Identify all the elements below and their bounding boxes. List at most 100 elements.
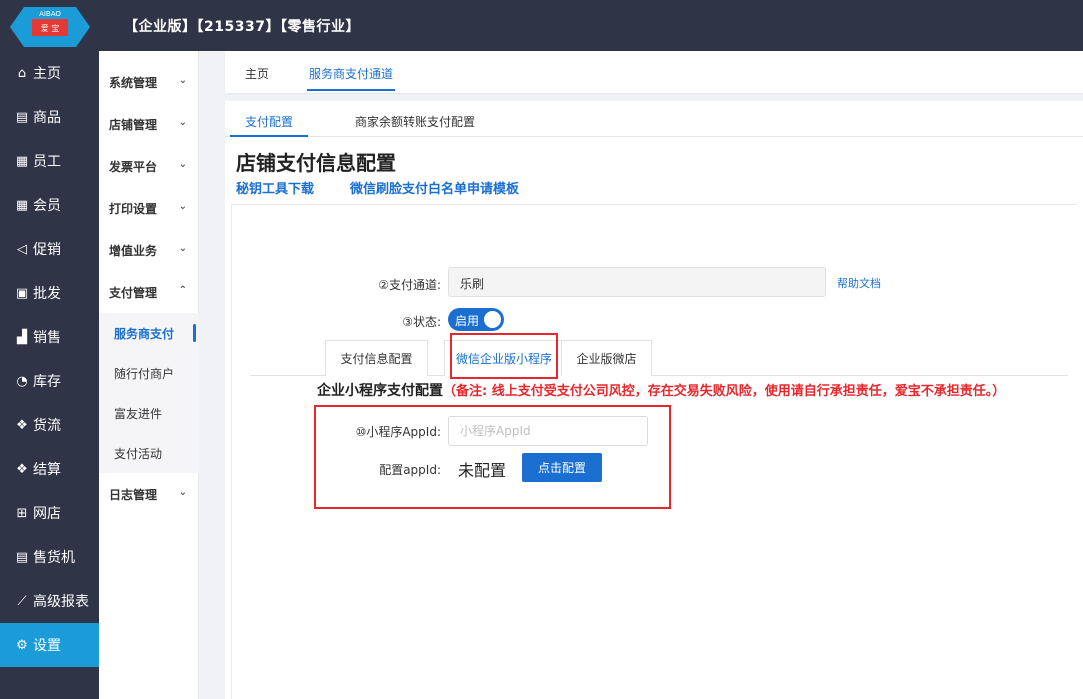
sidebar-item-label: 会员 [33, 198, 61, 214]
channel-label: ②支付通道: [378, 278, 441, 292]
sidebar-item-inventory[interactable]: ◔ 库存 [0, 359, 99, 403]
aibao-logo[interactable]: AIBAO 爱 宝 [10, 7, 90, 47]
appid-input[interactable] [448, 416, 648, 446]
chevron-down-icon: ⌄ [178, 75, 187, 86]
inventory-icon: ◔ [16, 373, 28, 389]
submenu-group-store[interactable]: 店铺管理 ⌄ [99, 103, 199, 145]
submenu-group-invoice[interactable]: 发票平台 ⌄ [99, 145, 199, 187]
tab-provider-pay-channel[interactable]: 服务商支付通道 [306, 65, 396, 91]
page-title: 店铺支付信息配置 [236, 151, 396, 175]
main-content: 主页 服务商支付通道 支付配置 商家余额转账支付配置 店铺支付信息配置 秘钥工具… [215, 51, 1083, 699]
submenu-group-label: 日志管理 [109, 487, 158, 502]
status-label: ③状态: [402, 315, 441, 329]
main-sidebar: ⌂ 主页 ▤ 商品 ▦ 员工 ▦ 会员 ◁ 促销 ▣ 批发 ▟ 销售 ◔ 库存 ❖ 货流 ❖ 结算 … [0, 51, 99, 699]
sidebar-item-label: 员工 [33, 154, 61, 170]
staff-icon: ▦ [15, 153, 29, 169]
content-panel: 支付配置 商家余额转账支付配置 店铺支付信息配置 秘钥工具下载 微信刷脸支付白名… [225, 101, 1083, 699]
member-icon: ▦ [15, 197, 29, 213]
submenu-group-print[interactable]: 打印设置 ⌄ [99, 187, 199, 229]
sidebar-item-home[interactable]: ⌂ 主页 [0, 51, 99, 95]
submenu-group-label: 增值业务 [109, 243, 158, 258]
tab-home[interactable]: 主页 [245, 65, 269, 82]
sidebar-item-promotion[interactable]: ◁ 促销 [0, 227, 99, 271]
sidebar-item-label: 设置 [33, 638, 61, 654]
toggle-label: 启用 [455, 314, 480, 328]
gift-icon: ⊞ [16, 505, 28, 521]
sidebar-item-goods[interactable]: ▤ 商品 [0, 95, 99, 139]
chevron-down-icon: ⌄ [178, 159, 187, 170]
wholesale-icon: ▣ [15, 285, 29, 301]
sidebar-item-settlement[interactable]: ❖ 结算 [0, 447, 99, 491]
submenu-group-label: 系统管理 [109, 75, 158, 90]
chevron-down-icon: ⌄ [178, 117, 187, 128]
settings-icon: ⚙ [16, 637, 28, 653]
submenu-group-system[interactable]: 系统管理 ⌄ [99, 61, 199, 103]
pay-tab-wechat-shop[interactable]: 企业版微店 [561, 340, 652, 376]
sidebar-item-label: 结算 [33, 462, 61, 478]
logo-text-top: AIBAO [39, 10, 61, 18]
toggle-knob [484, 311, 501, 328]
sidebar-item-wholesale[interactable]: ▣ 批发 [0, 271, 99, 315]
config-status: 未配置 [458, 461, 507, 480]
submenu-item-pay-activity[interactable]: 支付活动 [99, 433, 199, 473]
subtab-pay-config[interactable]: 支付配置 [245, 113, 293, 130]
sidebar-item-sales[interactable]: ▟ 销售 [0, 315, 99, 359]
sidebar-item-settings[interactable]: ⚙ 设置 [0, 623, 99, 667]
sidebar-item-label: 主页 [33, 66, 61, 82]
report-icon: ⟋ [17, 593, 27, 609]
appid-label: ⑩小程序AppId: [355, 425, 441, 439]
status-toggle[interactable]: 启用 [448, 308, 504, 331]
sidebar-item-label: 促销 [33, 242, 61, 258]
submenu-group-payment[interactable]: 支付管理 ⌃ [99, 271, 199, 313]
sidebar-item-label: 商品 [33, 110, 61, 126]
sidebar-item-member[interactable]: ▦ 会员 [0, 183, 99, 227]
submenu-group-label: 支付管理 [109, 285, 158, 300]
chevron-down-icon: ⌄ [178, 487, 187, 498]
vending-icon: ▤ [15, 549, 29, 565]
chevron-down-icon: ⌄ [178, 201, 187, 212]
sidebar-item-vending[interactable]: ▤ 售货机 [0, 535, 99, 579]
goods-icon: ▤ [15, 109, 29, 125]
help-doc-link[interactable]: 帮助文档 [837, 275, 881, 291]
pay-tab-info[interactable]: 支付信息配置 [325, 340, 428, 376]
submenu-item-fuyou[interactable]: 富友进件 [99, 393, 199, 433]
account-title: 【企业版】【215337】【零售行业】 [124, 19, 360, 35]
key-tool-download-link[interactable]: 秘钥工具下载 [236, 178, 314, 197]
mini-section-title: 企业小程序支付配置（备注: 线上支付受支付公司风控，存在交易失败风险，使用请自行… [317, 380, 1005, 400]
sidebar-item-label: 高级报表 [33, 594, 89, 610]
submenu-item-suixingfu[interactable]: 随行付商户 [99, 353, 199, 393]
settlement-icon: ❖ [16, 461, 28, 477]
section-title-text: 企业小程序支付配置 [317, 383, 443, 399]
subtab-active-indicator [230, 135, 308, 137]
config-appid-label: 配置appId: [379, 463, 441, 477]
logistics-icon: ❖ [16, 417, 28, 433]
top-header: AIBAO 爱 宝 【企业版】【215337】【零售行业】 [0, 0, 1083, 51]
config-subtabs: 支付配置 商家余额转账支付配置 [225, 101, 1083, 137]
sidebar-item-label: 售货机 [33, 550, 75, 566]
page-tab-bar: 主页 服务商支付通道 [225, 51, 1083, 93]
chevron-down-icon: ⌄ [178, 243, 187, 254]
sidebar-item-label: 库存 [33, 374, 61, 390]
submenu-group-log[interactable]: 日志管理 ⌄ [99, 473, 199, 515]
submenu-group-label: 打印设置 [109, 201, 158, 216]
channel-select[interactable]: 乐刷 [448, 267, 826, 297]
submenu-item-provider-pay[interactable]: 服务商支付 [99, 313, 199, 353]
sidebar-item-staff[interactable]: ▦ 员工 [0, 139, 99, 183]
whitelist-template-link[interactable]: 微信刷脸支付白名单申请模板 [350, 178, 519, 197]
home-icon: ⌂ [17, 65, 27, 81]
subtab-balance-transfer[interactable]: 商家余额转账支付配置 [355, 113, 475, 130]
chevron-up-icon: ⌃ [178, 285, 187, 296]
logo-text-bottom: 爱 宝 [41, 23, 60, 33]
sidebar-item-label: 货流 [33, 418, 61, 434]
configure-button[interactable]: 点击配置 [522, 453, 602, 482]
submenu-group-value-added[interactable]: 增值业务 ⌄ [99, 229, 199, 271]
settings-submenu: 系统管理 ⌄ 店铺管理 ⌄ 发票平台 ⌄ 打印设置 ⌄ 增值业务 ⌄ 支付管理 ⌃ 服务商支… [99, 51, 199, 699]
sales-icon: ▟ [17, 329, 27, 345]
submenu-group-label: 店铺管理 [109, 117, 158, 132]
sidebar-item-report[interactable]: ⟋ 高级报表 [0, 579, 99, 623]
sidebar-item-webshop[interactable]: ⊞ 网店 [0, 491, 99, 535]
sidebar-item-label: 网店 [33, 506, 61, 522]
sidebar-item-label: 销售 [33, 330, 61, 346]
highlight-frame-tab [450, 333, 558, 379]
sidebar-item-logistics[interactable]: ❖ 货流 [0, 403, 99, 447]
